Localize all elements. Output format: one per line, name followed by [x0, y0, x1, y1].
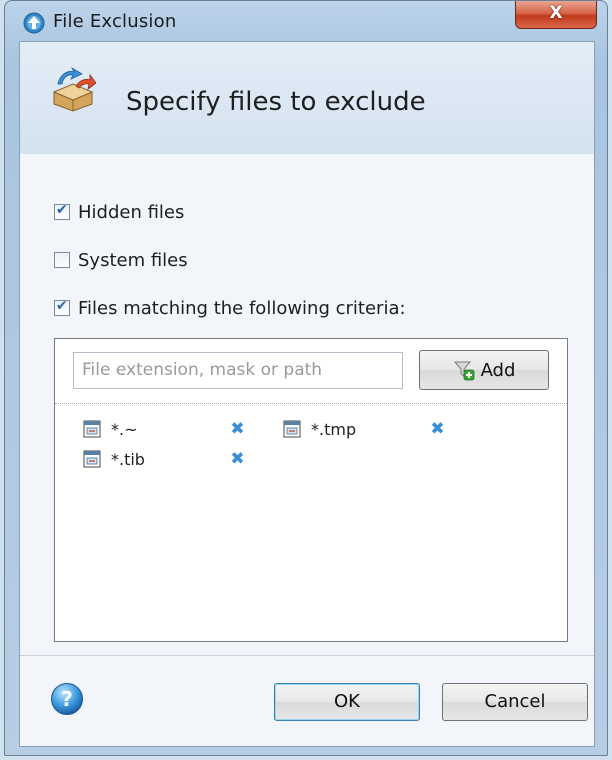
svg-text:?: ? — [61, 687, 73, 711]
dialog-footer: ? OK Cancel — [20, 655, 594, 746]
exclude-files-icon — [52, 66, 96, 112]
list-item[interactable]: *.tib — [83, 447, 145, 471]
criteria-checkbox[interactable] — [54, 298, 70, 316]
list-item[interactable]: *.~ — [83, 417, 138, 441]
filter-add-icon — [453, 361, 474, 381]
options-area: Hidden files System files Files matching… — [20, 154, 594, 656]
window-title: File Exclusion — [53, 11, 177, 32]
mask-input[interactable]: File extension, mask or path — [73, 352, 403, 389]
file-icon — [283, 420, 301, 438]
title-bar[interactable]: File Exclusion X — [5, 1, 607, 41]
remove-icon[interactable]: ✖ — [230, 421, 246, 438]
system-files-option[interactable]: System files — [54, 248, 188, 272]
add-button-label: Add — [480, 359, 516, 381]
ok-button[interactable]: OK — [274, 683, 420, 721]
close-button[interactable]: X — [515, 1, 597, 29]
system-files-checkbox[interactable] — [54, 252, 70, 268]
criteria-label: Files matching the following criteria: — [78, 297, 406, 319]
page-title: Specify files to exclude — [126, 87, 426, 117]
dialog-header: Specify files to exclude — [20, 42, 594, 155]
file-icon — [83, 450, 101, 468]
criteria-option[interactable]: Files matching the following criteria: — [54, 296, 406, 320]
criteria-panel: File extension, mask or path Add *.~ ✖ *… — [54, 338, 568, 642]
remove-icon[interactable]: ✖ — [230, 451, 246, 468]
remove-icon[interactable]: ✖ — [430, 421, 446, 438]
dialog-window: File Exclusion X Specify files to exclud… — [4, 0, 608, 756]
list-item[interactable]: *.tmp — [283, 417, 356, 441]
file-icon — [83, 420, 101, 438]
cancel-button[interactable]: Cancel — [442, 683, 588, 721]
mask-text: *.~ — [111, 419, 138, 439]
app-logo-icon — [23, 12, 45, 34]
dialog-content: Specify files to exclude Hidden files Sy… — [19, 41, 595, 747]
help-icon[interactable]: ? — [50, 682, 84, 716]
add-button[interactable]: Add — [419, 350, 549, 390]
hidden-files-option[interactable]: Hidden files — [54, 200, 184, 224]
hidden-files-checkbox[interactable] — [54, 202, 70, 220]
criteria-divider — [55, 403, 567, 404]
system-files-label: System files — [78, 249, 188, 271]
mask-text: *.tib — [111, 449, 145, 469]
mask-text: *.tmp — [311, 419, 357, 439]
hidden-files-label: Hidden files — [78, 201, 185, 223]
